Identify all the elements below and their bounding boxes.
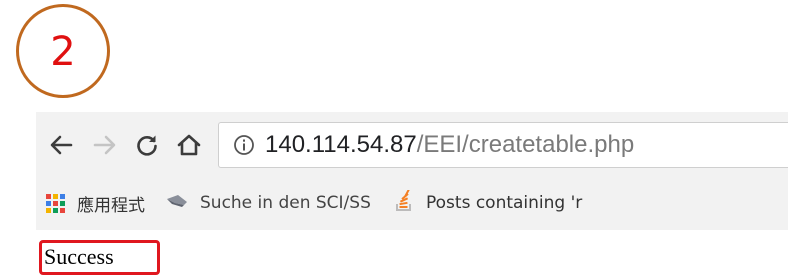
reload-button[interactable] <box>132 130 162 160</box>
home-icon <box>177 134 201 156</box>
bookmark-sci-search[interactable]: Suche in den SCI/SS <box>166 190 371 216</box>
address-bar[interactable]: 140.114.54.87/EEI/createtable.php <box>218 122 788 168</box>
apps-grid-icon <box>46 193 65 213</box>
url-host: 140.114.54.87 <box>265 131 417 158</box>
bookmark-apps[interactable]: 應用程式 <box>46 190 145 216</box>
info-icon[interactable] <box>233 134 255 156</box>
url-text: 140.114.54.87/EEI/createtable.php <box>265 130 634 160</box>
browser-chrome: 140.114.54.87/EEI/createtable.php 應用程式 S… <box>36 112 788 230</box>
back-button[interactable] <box>46 130 76 160</box>
highlight-annotation-box <box>39 240 160 275</box>
bookmark-label: Suche in den SCI/SS <box>200 193 371 213</box>
bookmark-label: Posts containing 'r <box>426 193 583 213</box>
bookmark-posts[interactable]: Posts containing 'r <box>394 188 583 217</box>
browser-toolbar: 140.114.54.87/EEI/createtable.php <box>36 112 788 176</box>
url-path: /EEI/createtable.php <box>416 131 635 158</box>
bookmarks-bar: 應用程式 Suche in den SCI/SS Posts containin… <box>36 176 788 230</box>
arrow-right-icon <box>93 135 116 155</box>
forward-button[interactable] <box>90 130 120 160</box>
stackoverflow-icon <box>394 188 414 217</box>
reload-icon <box>137 135 157 156</box>
step-number: 2 <box>50 29 76 75</box>
arrow-left-icon <box>50 135 73 155</box>
screenshot: 2 140.114.54.87/EEI/createtable.php 應用程式… <box>0 0 788 277</box>
home-button[interactable] <box>174 130 204 160</box>
step-annotation-circle: 2 <box>16 4 110 98</box>
bookmark-label: 應用程式 <box>77 195 145 216</box>
bookmark-favicon-icon <box>166 193 188 214</box>
